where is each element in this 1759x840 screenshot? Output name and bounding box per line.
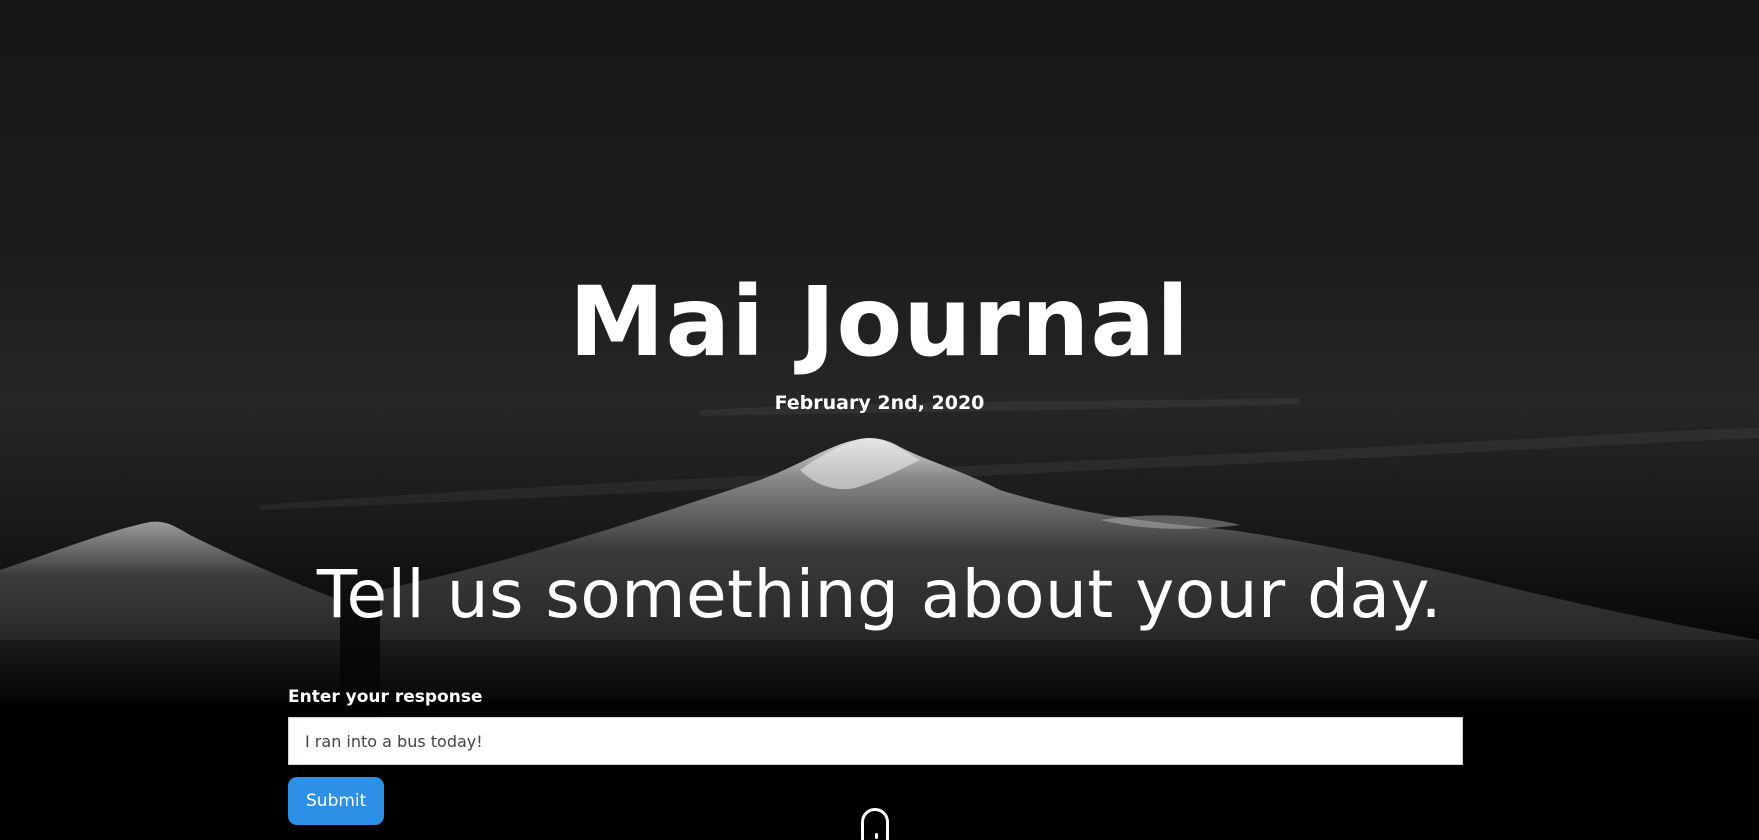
response-label: Enter your response	[288, 687, 483, 707]
page-title: Mai Journal	[568, 266, 1191, 378]
mouse-scroll-icon[interactable]	[861, 808, 889, 840]
journal-prompt: Tell us something about your day.	[316, 556, 1443, 633]
scroll-wheel-icon	[875, 833, 878, 839]
response-form: Enter your response Submit	[288, 685, 1463, 825]
response-input[interactable]	[288, 717, 1463, 765]
entry-date: February 2nd, 2020	[774, 392, 985, 414]
submit-button[interactable]: Submit	[288, 777, 385, 825]
hero-section: Mai Journal February 2nd, 2020 Tell us s…	[0, 0, 1759, 840]
